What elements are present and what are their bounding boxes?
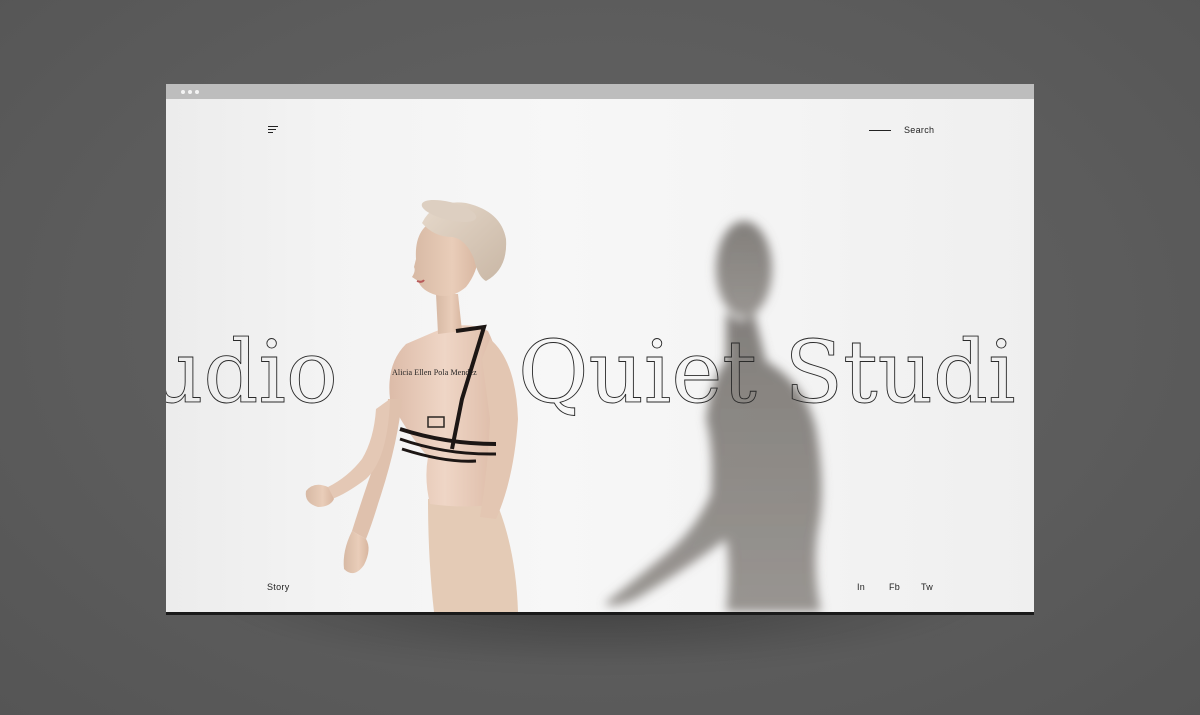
model-credit-caption: Alicia Ellen Pola Mendez bbox=[392, 368, 477, 377]
hero-model-image bbox=[305, 199, 518, 612]
social-link-facebook[interactable]: Fb bbox=[889, 582, 900, 592]
search-label: Search bbox=[904, 125, 935, 135]
search-button[interactable]: Search bbox=[869, 125, 934, 135]
menu-icon-line bbox=[268, 129, 276, 130]
window-control-dot[interactable] bbox=[188, 90, 192, 94]
menu-icon-line bbox=[268, 126, 278, 127]
menu-icon-line bbox=[268, 132, 273, 133]
desktop-background: udio Quiet Studi Alicia Ellen Pola Mende… bbox=[0, 0, 1200, 715]
browser-window: udio Quiet Studi Alicia Ellen Pola Mende… bbox=[166, 84, 1034, 615]
window-control-dot[interactable] bbox=[195, 90, 199, 94]
menu-icon[interactable] bbox=[268, 126, 280, 134]
search-line-icon bbox=[869, 129, 891, 131]
browser-chrome bbox=[166, 84, 1034, 99]
page-viewport: udio Quiet Studi Alicia Ellen Pola Mende… bbox=[166, 99, 1034, 612]
page-bottom-bar bbox=[166, 612, 1034, 615]
social-link-twitter[interactable]: Tw bbox=[921, 582, 933, 592]
window-control-dot[interactable] bbox=[181, 90, 185, 94]
story-link[interactable]: Story bbox=[267, 582, 290, 592]
social-link-instagram[interactable]: In bbox=[857, 582, 865, 592]
